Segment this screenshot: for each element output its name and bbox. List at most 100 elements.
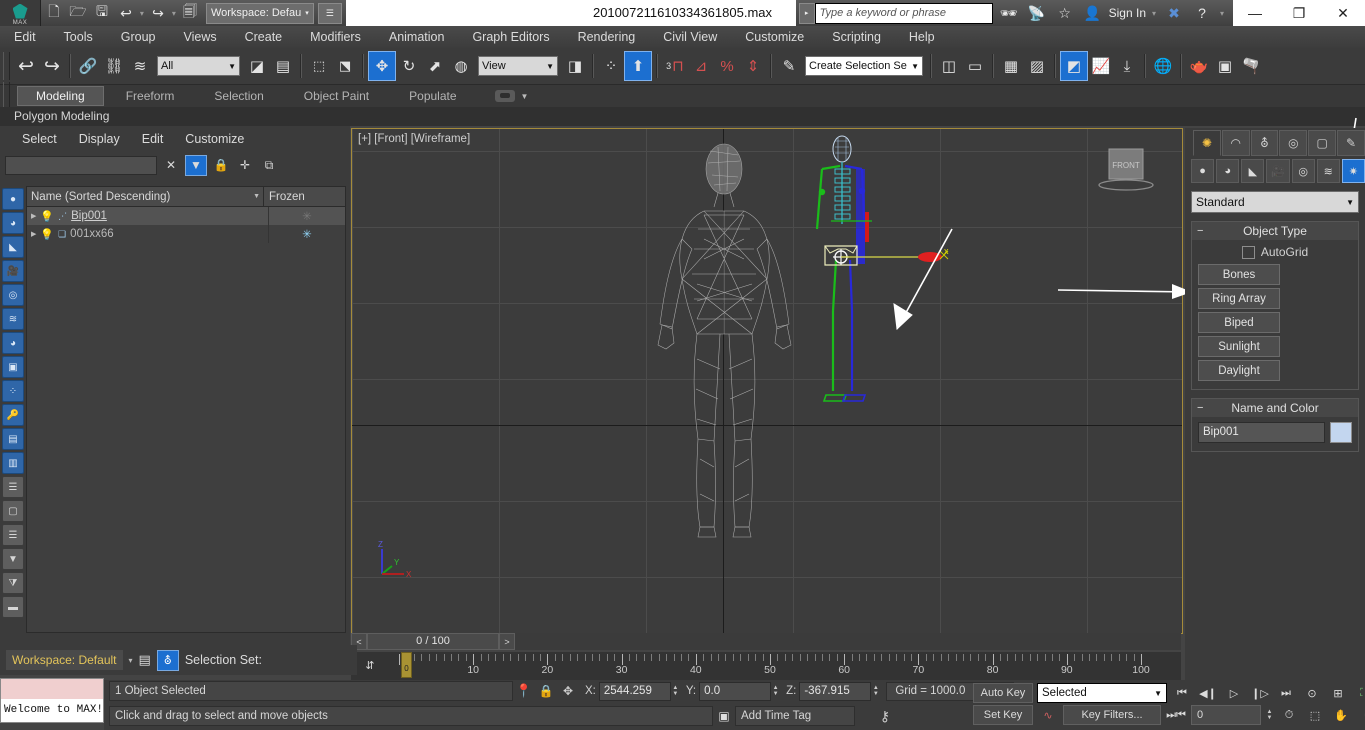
- material-icon[interactable]: ◕: [2, 212, 24, 234]
- set-key-button[interactable]: Set Key: [973, 705, 1033, 725]
- align-icon[interactable]: ⬆: [624, 51, 652, 81]
- align-objects-icon[interactable]: ▭: [962, 52, 988, 80]
- autogrid-row[interactable]: AutoGrid: [1198, 245, 1352, 259]
- unlink-icon[interactable]: ⛓: [101, 52, 127, 80]
- minimize-button[interactable]: —: [1233, 0, 1277, 26]
- open-file-icon[interactable]: 🗁: [66, 1, 90, 25]
- chevron-right-icon[interactable]: ▶: [31, 230, 36, 238]
- welcome-panel[interactable]: Welcome to MAX!: [0, 678, 104, 723]
- add-icon[interactable]: ✛: [235, 156, 255, 175]
- snap-toggle-icon[interactable]: 3 ⊓: [662, 52, 688, 80]
- modify-tab[interactable]: ◠: [1221, 130, 1250, 156]
- scene-explorer-menu-select[interactable]: Select: [22, 132, 57, 146]
- ribbon-tab-selection[interactable]: Selection: [196, 87, 281, 105]
- filter-icon[interactable]: ▼: [185, 154, 207, 176]
- frozen-cell[interactable]: ✳: [269, 209, 345, 223]
- max-logo-icon[interactable]: MAX: [0, 0, 41, 26]
- rendered-frame-icon[interactable]: ▣: [1212, 52, 1238, 80]
- display-icon[interactable]: ▥: [2, 452, 24, 474]
- frame-icon[interactable]: ▣: [2, 356, 24, 378]
- list-icon[interactable]: ☰: [2, 476, 24, 498]
- satellite-icon[interactable]: 📡: [1025, 1, 1049, 25]
- menu-item-modifiers[interactable]: Modifiers: [296, 26, 375, 48]
- key-icon[interactable]: ⚷: [855, 708, 915, 725]
- pin-icon[interactable]: 📍: [513, 683, 535, 699]
- autogrid-checkbox[interactable]: [1241, 245, 1255, 259]
- scene-explorer-toggle-icon[interactable]: ⛢: [156, 649, 179, 671]
- workspace-selector[interactable]: Workspace: Defau ▾: [205, 2, 314, 24]
- key-mode-toggle-icon[interactable]: ∿: [1037, 705, 1059, 725]
- save-icon[interactable]: 🖫: [90, 1, 114, 25]
- mirror-objects-icon[interactable]: ◫: [936, 52, 962, 80]
- scene-explorer-menu-customize[interactable]: Customize: [185, 132, 244, 146]
- y-field[interactable]: 0.0: [699, 681, 772, 701]
- orbit-icon[interactable]: ◔: [1356, 705, 1365, 725]
- chevron-right-icon[interactable]: ▶: [31, 212, 36, 220]
- binoculars-icon[interactable]: 🕶: [997, 1, 1021, 25]
- ribbon-tab-freeform[interactable]: Freeform: [108, 87, 193, 105]
- bind-space-warp-icon[interactable]: ≋: [127, 52, 153, 80]
- search-dropdown-icon[interactable]: ▸: [798, 2, 815, 24]
- track-bar[interactable]: ⇵ 10 20 30 40 50 60 70 80 90 100 0: [351, 652, 1181, 680]
- lightbulb-icon[interactable]: 💡: [40, 228, 54, 241]
- workspace-dropdown-icon[interactable]: ▾: [129, 656, 133, 665]
- viewport-front[interactable]: [+] [Front] [Wireframe] FRONT x Z Y X: [351, 128, 1183, 634]
- window-crossing-icon[interactable]: ⬔: [332, 52, 358, 80]
- lock-selection-icon[interactable]: 🔒: [535, 684, 557, 698]
- batch-icon[interactable]: ▬: [2, 596, 24, 618]
- key-icon[interactable]: 🔑: [2, 404, 24, 426]
- layers-icon[interactable]: ▤: [139, 652, 151, 668]
- exchange-icon[interactable]: ✖: [1162, 1, 1186, 25]
- menu-item-group[interactable]: Group: [107, 26, 170, 48]
- systems-icon[interactable]: ✷: [1341, 159, 1365, 183]
- frame-spinner[interactable]: ▲ ▼: [1265, 707, 1274, 724]
- select-link-icon[interactable]: 🔗: [75, 52, 101, 80]
- zoom-icon[interactable]: ⊙: [1301, 683, 1323, 703]
- rows-icon[interactable]: ☰: [2, 524, 24, 546]
- time-configuration-icon[interactable]: ⏱: [1278, 705, 1300, 725]
- scene-explorer-menu-edit[interactable]: Edit: [142, 132, 164, 146]
- auto-key-button[interactable]: Auto Key: [973, 683, 1033, 703]
- scene-explorer-search-input[interactable]: [5, 155, 157, 175]
- workspace-name[interactable]: Workspace: Default: [6, 650, 123, 670]
- shapes-icon[interactable]: ◕: [1216, 159, 1240, 183]
- hierarchy-tab[interactable]: ⛢: [1250, 130, 1279, 156]
- undo-dropdown-icon[interactable]: ▾: [138, 9, 146, 18]
- column-header-frozen[interactable]: Frozen: [264, 191, 345, 203]
- sphere-icon[interactable]: ●: [2, 188, 24, 210]
- scene-node-001xx66[interactable]: ▶ 💡 ❏ 001xx66: [27, 225, 269, 243]
- scene-explorer-menu-display[interactable]: Display: [79, 132, 120, 146]
- script-icon[interactable]: ▤: [2, 428, 24, 450]
- spinner-snap-icon[interactable]: ⇕: [740, 52, 766, 80]
- percent-snap-icon[interactable]: %: [714, 52, 740, 80]
- clear-icon[interactable]: ✕: [161, 156, 181, 175]
- key-mode-icon[interactable]: ⏭⏮: [1165, 705, 1187, 725]
- zoom-all-icon[interactable]: ⊞: [1327, 683, 1349, 703]
- utilities-tab[interactable]: ✎: [1337, 130, 1365, 156]
- workspace-menu-button[interactable]: ☰: [317, 2, 342, 24]
- menu-item-graph-editors[interactable]: Graph Editors: [458, 26, 563, 48]
- z-field[interactable]: -367.915: [799, 681, 872, 701]
- rectangle-select-icon[interactable]: ⬚: [306, 52, 332, 80]
- add-time-tag-button[interactable]: Add Time Tag: [735, 706, 855, 726]
- light-icon[interactable]: ◣: [2, 236, 24, 258]
- use-center-icon[interactable]: ◍: [448, 52, 474, 80]
- frame-number-field[interactable]: 0: [1191, 705, 1261, 725]
- filter-config-icon[interactable]: ⧩: [2, 572, 24, 594]
- scene-node-bip001[interactable]: ▶ 💡 ⋰ Bip001: [27, 207, 269, 225]
- schematic-view-icon[interactable]: ⤓: [1114, 52, 1140, 80]
- zoom-extents-icon[interactable]: ⛶: [1353, 683, 1365, 703]
- lightbulb-icon[interactable]: 💡: [40, 210, 54, 223]
- search-input[interactable]: Type a keyword or phrase: [814, 2, 993, 24]
- time-slider-handle[interactable]: 0: [401, 652, 412, 678]
- signin-dropdown-icon[interactable]: ▾: [1150, 9, 1158, 18]
- object-name-input[interactable]: Bip001: [1198, 422, 1325, 443]
- ribbon-grip[interactable]: [3, 82, 10, 110]
- lights-icon[interactable]: ◣: [1241, 159, 1265, 183]
- pan-icon[interactable]: ✋: [1330, 705, 1352, 725]
- camera-icon[interactable]: 🎥: [2, 260, 24, 282]
- sunlight-button[interactable]: Sunlight: [1198, 336, 1280, 357]
- open-mini-curve-editor-icon[interactable]: ⇵: [359, 656, 381, 674]
- redo-icon[interactable]: ↪: [146, 1, 170, 25]
- link-icon[interactable]: ⁘: [2, 380, 24, 402]
